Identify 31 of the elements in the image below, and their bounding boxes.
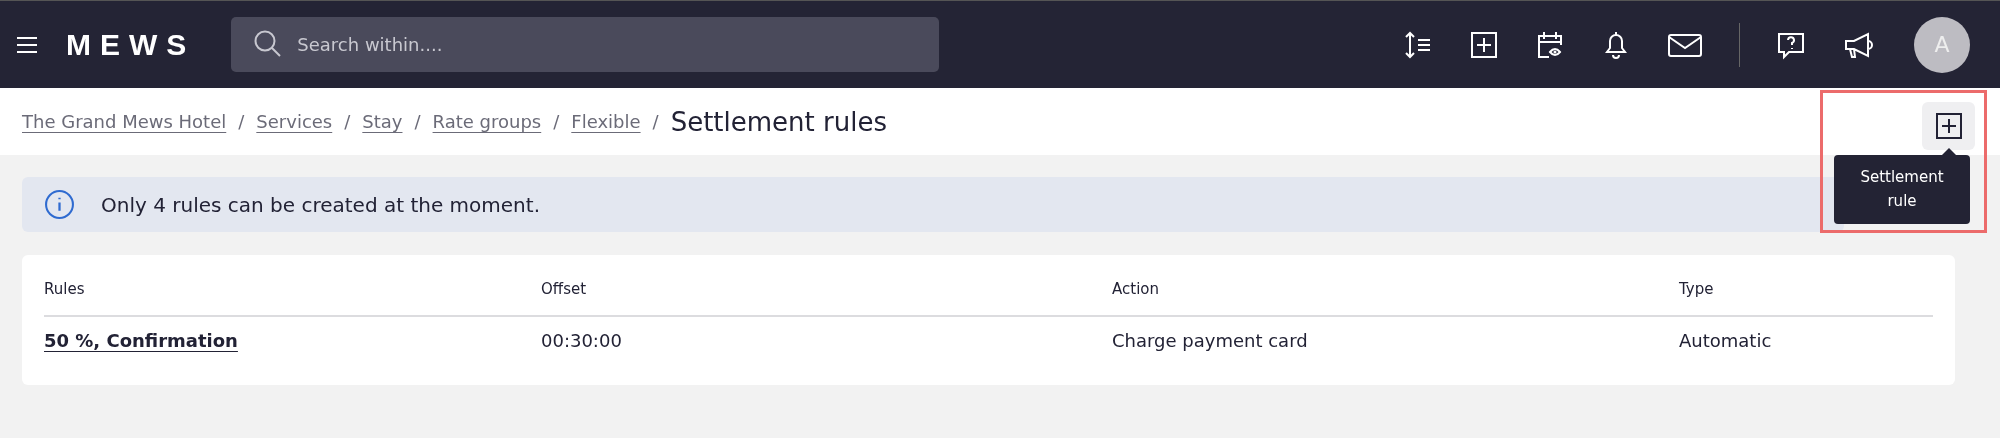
breadcrumb-separator: /	[414, 111, 421, 132]
tooltip-arrow	[1942, 148, 1956, 155]
breadcrumb-separator: /	[238, 111, 245, 132]
table-cell: Charge payment card	[1112, 329, 1308, 351]
page-title: Settlement rules	[670, 106, 887, 137]
table-cell: 00:30:00	[541, 329, 622, 351]
column-header: Offset	[541, 280, 588, 298]
breadcrumb-link[interactable]: Flexible	[571, 111, 641, 132]
column-header: Type	[1679, 280, 1715, 298]
logo[interactable]: MEWS	[66, 27, 196, 62]
breadcrumb-link[interactable]: Services	[256, 111, 333, 132]
menu-icon[interactable]	[16, 35, 38, 54]
add-button[interactable]	[1922, 102, 1975, 150]
search-field[interactable]: Search within....	[231, 17, 940, 72]
breadcrumb-link[interactable]: Stay	[362, 111, 403, 132]
calendar-eye-icon[interactable]	[1535, 29, 1565, 60]
breadcrumb-separator: /	[553, 111, 560, 132]
breadcrumb-separator: /	[652, 111, 659, 132]
breadcrumb-link[interactable]: Rate groups	[432, 111, 542, 132]
breadcrumb-link[interactable]: The Grand Mews Hotel	[22, 111, 227, 132]
breadcrumb-separator: /	[344, 111, 351, 132]
rule-link[interactable]: 50 %, Confirmation	[44, 329, 238, 351]
info-icon	[44, 189, 75, 220]
info-text: Only 4 rules can be created at the moment.	[101, 192, 540, 217]
column-header: Rules	[44, 280, 86, 298]
table-cell: Automatic	[1679, 329, 1772, 351]
column-header: Action	[1112, 280, 1160, 298]
sort-icon[interactable]	[1403, 29, 1433, 60]
tooltip: Settlement rule	[1834, 155, 1970, 224]
add-icon[interactable]	[1469, 29, 1499, 60]
plus-icon	[1933, 111, 1964, 141]
